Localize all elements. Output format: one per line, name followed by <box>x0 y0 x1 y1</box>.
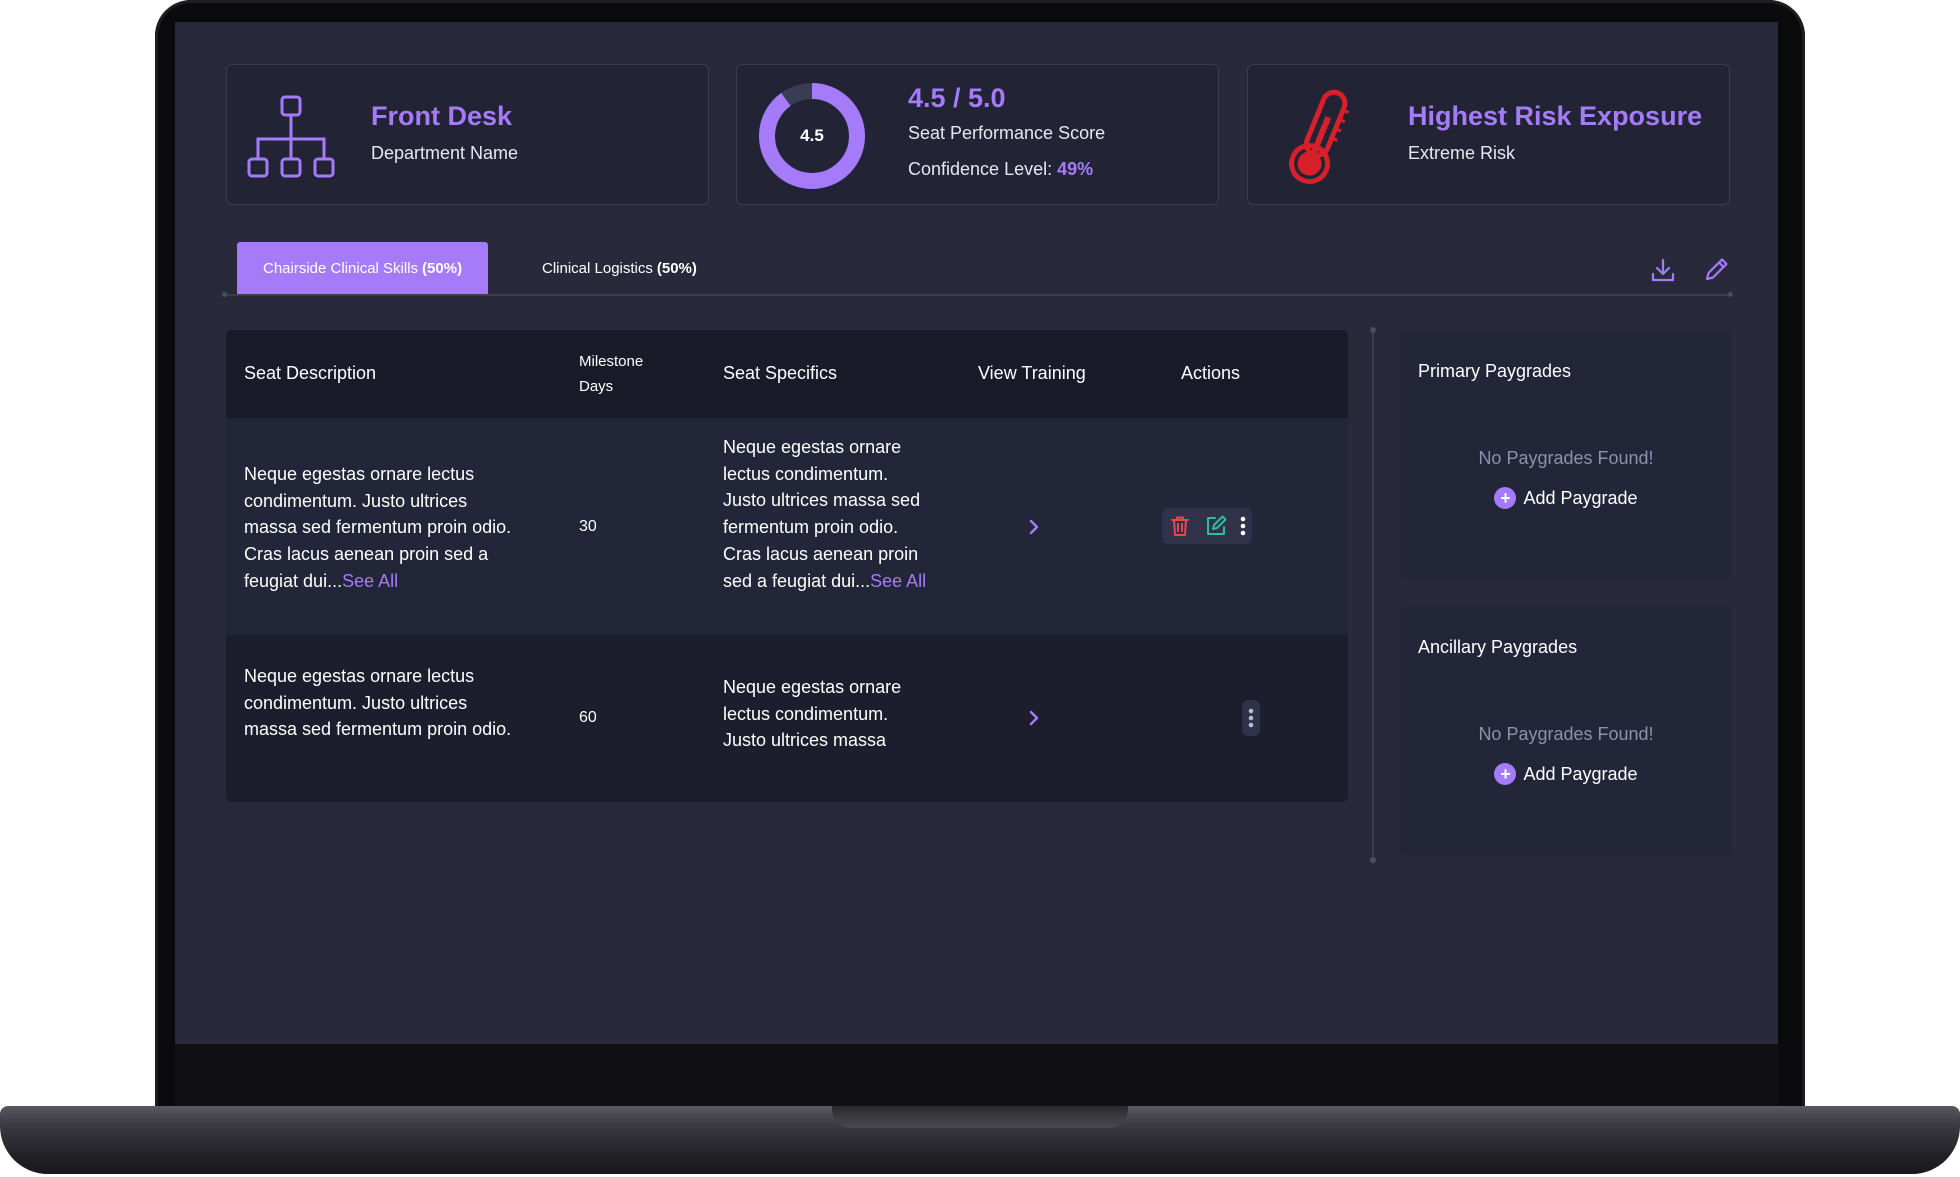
org-chart-icon <box>247 95 335 178</box>
empty-state-text: No Paygrades Found! <box>1478 724 1654 744</box>
seat-specifics: Neque egestas ornare lectus condimentum.… <box>723 677 902 751</box>
confidence-level: Confidence Level: 49% <box>908 159 1093 180</box>
header-milestone-days: Milestone Days <box>579 349 643 399</box>
header-seat-description: Seat Description <box>244 363 377 383</box>
risk-card: Highest Risk Exposure Extreme Risk <box>1247 64 1730 205</box>
add-paygrade-button[interactable]: + Add Paygrade <box>1400 763 1732 785</box>
download-icon[interactable] <box>1649 256 1677 284</box>
seat-specifics-text: Neque egestas ornare lectus condimentum.… <box>723 437 921 591</box>
ancillary-paygrades-panel: Ancillary Paygrades No Paygrades Found! … <box>1400 607 1732 855</box>
table-row: Neque egestas ornare lectus condimentum.… <box>226 418 1348 635</box>
tab-percentage: (50%) <box>422 260 463 277</box>
primary-paygrades-panel: Primary Paygrades No Paygrades Found! + … <box>1400 331 1732 579</box>
table-row: Neque egestas ornare lectus condimentum.… <box>226 635 1348 802</box>
kebab-menu-icon <box>1248 708 1254 728</box>
edit-icon <box>1207 515 1227 535</box>
seats-table: Seat Description Milestone Days Seat Spe… <box>226 330 1348 802</box>
add-paygrade-button[interactable]: + Add Paygrade <box>1400 487 1732 509</box>
risk-title: Highest Risk Exposure <box>1408 101 1703 131</box>
more-options-button[interactable] <box>1234 508 1252 544</box>
laptop-notch <box>832 1106 1128 1128</box>
header-view-training: View Training <box>978 363 1086 383</box>
see-all-link[interactable]: See All <box>870 571 926 591</box>
confidence-label: Confidence Level: <box>908 159 1053 179</box>
header-seat-specifics: Seat Specifics <box>723 363 838 383</box>
seat-description: Neque egestas ornare lectus condimentum.… <box>244 461 514 595</box>
score-donut-value: 4.5 <box>800 126 824 145</box>
app-screen: Front Desk Department Name 4.5 4.5 / 5.0… <box>175 22 1778 1044</box>
tabs-divider <box>222 292 1733 297</box>
confidence-value: 49% <box>1057 159 1094 179</box>
row-actions <box>1242 700 1260 736</box>
plus-icon: + <box>1494 487 1517 509</box>
performance-card: 4.5 4.5 / 5.0 Seat Performance Score Con… <box>736 64 1219 205</box>
empty-state-text: No Paygrades Found! <box>1478 448 1654 468</box>
panel-title: Ancillary Paygrades <box>1418 637 1578 657</box>
delete-button[interactable] <box>1162 508 1198 544</box>
more-options-button[interactable] <box>1242 700 1260 736</box>
header-actions: Actions <box>1181 363 1241 383</box>
tab-chairside-clinical-skills[interactable]: Chairside Clinical Skills (50%) <box>237 242 489 295</box>
department-subtitle: Department Name <box>371 143 519 163</box>
vertical-divider <box>1370 327 1376 863</box>
edit-row-button[interactable] <box>1198 508 1234 544</box>
tab-clinical-logistics[interactable]: Clinical Logistics (50%) <box>516 242 723 295</box>
kebab-menu-icon <box>1240 516 1246 536</box>
plus-icon: + <box>1494 763 1517 785</box>
seat-specifics: Neque egestas ornare lectus condimentum.… <box>723 434 933 594</box>
tab-label: Clinical Logistics <box>542 260 653 277</box>
header-milestone-line2: Days <box>579 378 614 395</box>
risk-subtitle: Extreme Risk <box>1408 143 1516 163</box>
pencil-icon[interactable] <box>1702 256 1730 284</box>
table-header: Seat Description Milestone Days Seat Spe… <box>226 330 1348 418</box>
trash-icon <box>1171 516 1189 536</box>
seat-description: Neque egestas ornare lectus condimentum.… <box>244 666 512 740</box>
add-paygrade-label: Add Paygrade <box>1523 763 1638 784</box>
department-title: Front Desk <box>371 101 513 131</box>
department-card: Front Desk Department Name <box>226 64 709 205</box>
add-paygrade-label: Add Paygrade <box>1523 487 1638 508</box>
thermometer-icon <box>1289 89 1350 185</box>
see-all-link[interactable]: See All <box>342 571 398 591</box>
panel-title: Primary Paygrades <box>1418 361 1572 381</box>
milestone-days: 60 <box>579 709 597 726</box>
tab-label: Chairside Clinical Skills <box>263 260 419 277</box>
performance-score: 4.5 / 5.0 <box>908 83 1006 113</box>
laptop-chin <box>175 1044 1778 1110</box>
chevron-right-icon[interactable] <box>1026 709 1042 727</box>
performance-subtitle: Seat Performance Score <box>908 123 1106 143</box>
row-actions <box>1162 508 1252 544</box>
chevron-right-icon[interactable] <box>1026 518 1042 536</box>
tab-percentage: (50%) <box>656 260 697 277</box>
header-milestone-line1: Milestone <box>579 353 644 370</box>
milestone-days: 30 <box>579 518 597 535</box>
